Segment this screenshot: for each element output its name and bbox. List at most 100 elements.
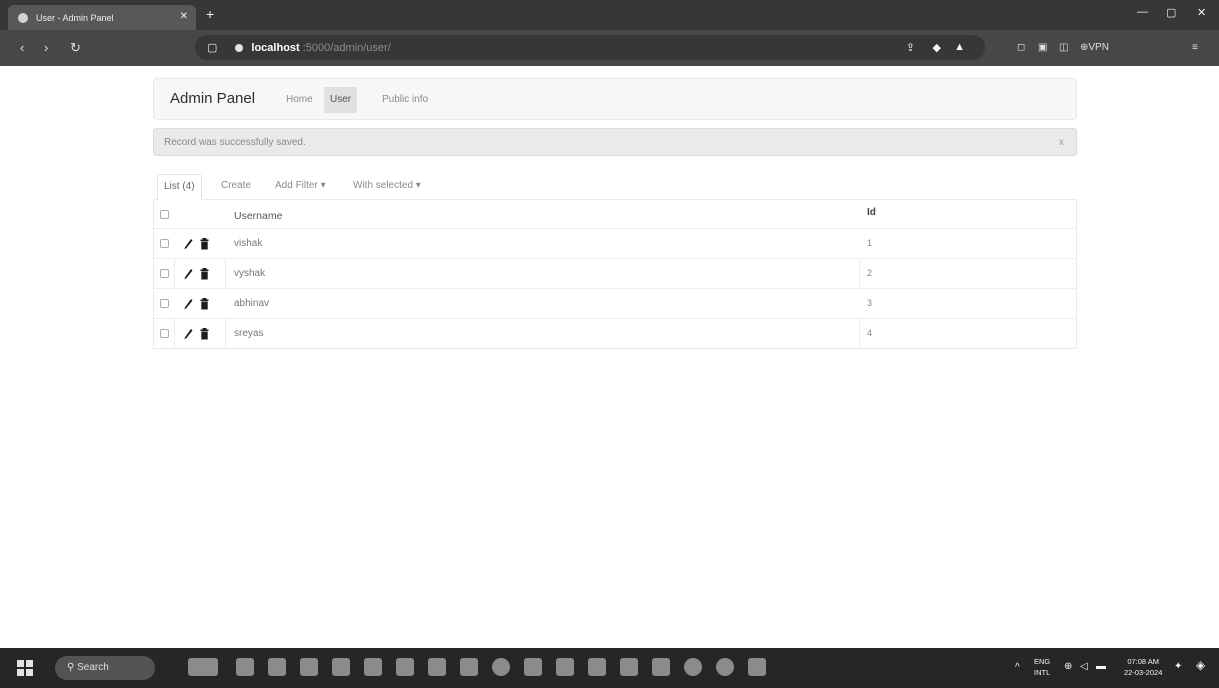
bookmark-icon[interactable]: ▢ (207, 41, 217, 54)
search-label: Search (77, 662, 109, 673)
widgets-icon[interactable] (188, 658, 218, 676)
app-icon[interactable] (396, 658, 414, 676)
sidebar-icon[interactable]: ▣ (1038, 42, 1047, 53)
screen: User - Admin Panel ✕ + — ▢ ✕ ‹ › ↻ ▢ loc… (0, 0, 1219, 688)
tab-create[interactable]: Create (215, 174, 257, 200)
app-icon[interactable] (428, 658, 446, 676)
pencil-icon[interactable] (184, 268, 193, 280)
share-icon[interactable]: ⇪ (906, 41, 915, 54)
cell-username: sreyas (234, 328, 264, 339)
pencil-icon[interactable] (184, 298, 193, 310)
tab-list[interactable]: List (4) (157, 174, 202, 201)
cell-username: vishak (234, 238, 263, 249)
network-icon[interactable]: ⊕ (1064, 661, 1072, 672)
brand-link[interactable]: Admin Panel (170, 90, 255, 107)
app-icon[interactable] (268, 658, 286, 676)
back-icon[interactable]: ‹ (20, 40, 24, 55)
windows-taskbar: ⚲ Search ^ ENG INTL ⊕ ◁ ▬ 07:08 AM 22-03-2… (0, 648, 1219, 688)
cell-id: 1 (867, 238, 873, 248)
tab-close-button[interactable]: ✕ (180, 11, 188, 22)
trash-icon[interactable] (200, 298, 209, 310)
app-icon[interactable] (556, 658, 574, 676)
extensions-icon[interactable]: ◻ (1017, 42, 1025, 53)
table-row: sreyas 4 (154, 318, 1076, 348)
app-icon[interactable] (460, 658, 478, 676)
shield-icon[interactable]: ◆ (933, 41, 941, 54)
windows-start-icon[interactable] (17, 660, 33, 676)
copilot-icon[interactable]: ◈ (1196, 659, 1205, 671)
row-checkbox[interactable] (160, 329, 169, 338)
notification-icon[interactable]: ✦ (1174, 661, 1182, 672)
row-checkbox[interactable] (160, 239, 169, 248)
browser-tab-bar: User - Admin Panel ✕ + — ▢ ✕ (0, 0, 1219, 30)
list-tabs: List (4) Create Add Filter ▾ With select… (153, 174, 1077, 201)
reload-icon[interactable]: ↻ (70, 40, 81, 56)
trash-icon[interactable] (200, 328, 209, 340)
forward-icon[interactable]: › (44, 40, 48, 55)
cell-username: abhinav (234, 298, 270, 309)
task-view-icon[interactable] (236, 658, 254, 676)
clock[interactable]: 07:08 AM 22-03-2024 (1124, 656, 1162, 678)
vpn-button[interactable]: ⊕VPN (1080, 42, 1109, 53)
table-row: vishak 1 (154, 228, 1076, 258)
chevron-up-icon[interactable]: ^ (1015, 662, 1020, 673)
app-icon[interactable] (588, 658, 606, 676)
browser-toolbar: ‹ › ↻ ▢ localhost :5000/admin/user/ ⇪ ◆ … (0, 30, 1219, 66)
app-icon[interactable] (524, 658, 542, 676)
cell-username: vyshak (234, 268, 266, 279)
table-row: vyshak 2 (154, 258, 1076, 288)
trash-icon[interactable] (200, 238, 209, 250)
wallet-icon[interactable]: ◫ (1059, 42, 1068, 53)
user-table: Username Id vishak 1 vyshak 2 abhinav 3 … (153, 200, 1077, 349)
success-alert: Record was successfully saved. x (153, 128, 1077, 156)
pencil-icon[interactable] (184, 238, 193, 250)
nav-home[interactable]: Home (280, 87, 319, 113)
brave-icon[interactable] (620, 658, 638, 676)
url-host: localhost (251, 41, 300, 54)
trash-icon[interactable] (200, 268, 209, 280)
cell-id: 3 (867, 298, 873, 308)
volume-icon[interactable]: ◁ (1080, 661, 1088, 672)
taskbar-search[interactable]: ⚲ Search (55, 656, 155, 680)
cell-id: 4 (867, 328, 873, 338)
column-header-id[interactable]: Id (867, 207, 876, 218)
nav-public-info[interactable]: Public info (376, 87, 434, 113)
table-row: abhinav 3 (154, 288, 1076, 318)
new-tab-button[interactable]: + (206, 6, 214, 22)
tab-title: User - Admin Panel (36, 12, 114, 23)
minimize-button[interactable]: — (1137, 6, 1148, 18)
vscode-icon[interactable] (748, 658, 766, 676)
pencil-icon[interactable] (184, 328, 193, 340)
address-bar[interactable]: ▢ localhost :5000/admin/user/ ⇪ ◆ ▲ (195, 35, 985, 60)
search-icon: ⚲ (67, 662, 78, 673)
select-all-checkbox[interactable] (160, 210, 169, 219)
browser-tab[interactable]: User - Admin Panel ✕ (8, 5, 196, 30)
row-checkbox[interactable] (160, 269, 169, 278)
battery-icon[interactable]: ▬ (1096, 661, 1106, 672)
cell-id: 2 (867, 268, 873, 278)
close-window-button[interactable]: ✕ (1197, 6, 1206, 19)
app-icon[interactable] (364, 658, 382, 676)
menu-icon[interactable]: ≡ (1192, 42, 1198, 53)
alert-message: Record was successfully saved. (164, 137, 306, 148)
app-icon[interactable] (684, 658, 702, 676)
favicon-icon (18, 12, 28, 23)
with-selected-dropdown[interactable]: With selected ▾ (347, 174, 427, 200)
nav-user[interactable]: User (324, 87, 358, 113)
add-filter-dropdown[interactable]: Add Filter ▾ (269, 174, 332, 200)
app-icon[interactable] (652, 658, 670, 676)
table-header-row: Username Id (154, 200, 1076, 228)
rewards-icon[interactable]: ▲ (954, 41, 965, 53)
row-checkbox[interactable] (160, 299, 169, 308)
alert-close-button[interactable]: x (1059, 129, 1064, 157)
admin-navbar: Admin Panel Home User Public info (153, 78, 1077, 120)
column-header-username[interactable]: Username (234, 210, 282, 222)
url-path: :5000/admin/user/ (302, 41, 391, 54)
language-indicator[interactable]: ENG INTL (1034, 656, 1050, 678)
chrome-icon[interactable] (492, 658, 510, 676)
site-info-icon[interactable] (235, 43, 244, 52)
maximize-button[interactable]: ▢ (1166, 6, 1176, 19)
app-icon[interactable] (716, 658, 734, 676)
app-icon[interactable] (332, 658, 350, 676)
app-icon[interactable] (300, 658, 318, 676)
